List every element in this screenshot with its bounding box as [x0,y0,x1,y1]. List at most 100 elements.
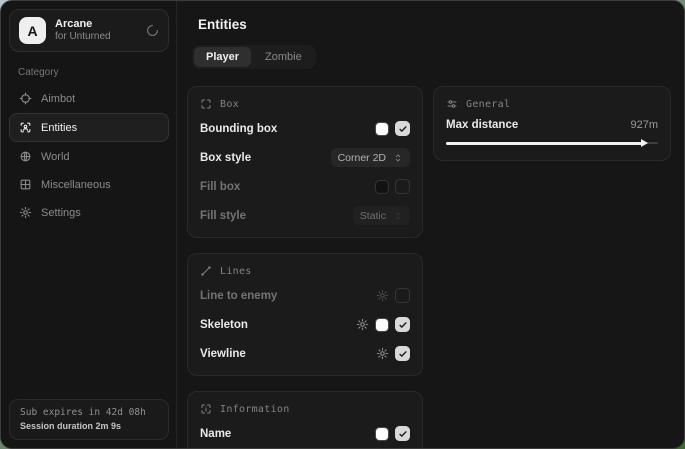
slider-value: 927m [630,119,658,131]
category-nav: Aimbot Entities World Miscellaneous Settings [9,85,169,226]
main-panel: Entities PlayerZombie BoxBounding boxBox… [177,1,684,448]
row-controls [376,346,410,361]
app-logo-letter: A [27,23,37,39]
sidebar: A Arcane for Unturned Category Aimbot Ent… [1,1,177,448]
card-header-information: Information [200,403,410,415]
sidebar-item-settings[interactable]: Settings [9,199,169,226]
slider-thumb-icon[interactable] [641,139,648,147]
page-title: Entities [198,17,671,32]
select-chevrons-icon [393,153,403,163]
card-lines: Lines Line to enemy Skeleton Viewline [187,253,423,376]
session-duration-text: Session duration 2m 9s [20,420,158,432]
row-viewline: Viewline [200,343,410,364]
select-chevrons-icon [393,211,403,221]
row-controls: Corner 2D [331,148,410,167]
row-fill-style: Fill style Static [200,205,410,226]
card-header-box: Box [200,98,410,110]
row-label: Viewline [200,348,246,360]
sliders-icon [446,98,458,110]
row-label: Box style [200,152,251,164]
skeleton-settings-gear-icon[interactable] [356,318,369,331]
row-fill-box: Fill box [200,176,410,197]
sidebar-item-miscellaneous[interactable]: Miscellaneous [9,171,169,198]
row-box-style: Box style Corner 2D [200,147,410,168]
crosshair-icon [19,92,32,105]
row-label: Name [200,428,231,440]
box-style-dropdown[interactable]: Corner 2D [331,148,410,167]
brand-text: Arcane for Unturned [55,18,133,43]
app-subtitle: for Unturned [55,31,133,43]
category-label: Category [18,67,169,78]
row-controls [356,317,410,332]
grid-icon [19,178,32,191]
card-title: Information [220,404,290,415]
max-distance-slider[interactable] [446,137,658,149]
bounding-box-color-swatch[interactable] [375,122,389,136]
box-scan-icon [200,98,212,110]
row-controls [375,426,410,441]
card-general: General Max distance 927m [433,86,671,161]
diagonal-line-icon [200,265,212,277]
card-box: Box Bounding box Box style Corner 2D Fill bo… [187,86,423,238]
globe-icon [19,150,32,163]
sidebar-item-aimbot[interactable]: Aimbot [9,85,169,112]
tab-player[interactable]: Player [194,47,251,67]
slider-fill [446,142,643,145]
bounding-box-checkbox[interactable] [395,121,410,136]
row-label: Bounding box [200,123,277,135]
card-information: InformationNameDistance [187,391,423,448]
row-label: Max distance [446,119,518,131]
row-label: Line to enemy [200,290,277,302]
row-max-distance: Max distance 927m [446,119,658,131]
sidebar-item-label: Settings [41,207,81,219]
row-controls [376,288,410,303]
skeleton-color-swatch[interactable] [375,318,389,332]
tab-zombie[interactable]: Zombie [253,47,314,67]
card-header-general: General [446,98,658,110]
card-header-lines: Lines [200,265,410,277]
sidebar-item-label: Miscellaneous [41,179,111,191]
left-column: Box Bounding box Box style Corner 2D Fill bo… [187,86,423,448]
row-label: Skeleton [200,319,248,331]
app-logo: A [19,17,46,44]
sidebar-item-label: Entities [41,122,77,134]
row-controls [375,179,410,194]
skeleton-checkbox[interactable] [395,317,410,332]
row-skeleton: Skeleton [200,314,410,335]
row-label: Fill box [200,181,240,193]
info-scan-icon [200,403,212,415]
line-to-enemy-checkbox[interactable] [395,288,410,303]
sidebar-item-label: World [41,151,70,163]
brand-card: A Arcane for Unturned [9,9,169,52]
fill-box-checkbox[interactable] [395,179,410,194]
sidebar-item-world[interactable]: World [9,143,169,170]
gear-icon [19,206,32,219]
card-title: Box [220,99,239,110]
subscription-card: Sub expires in 42d 08h Session duration … [9,399,169,440]
entities-scan-icon [19,121,32,134]
sidebar-item-entities[interactable]: Entities [9,113,169,142]
viewline-checkbox[interactable] [395,346,410,361]
fill-box-color-swatch[interactable] [375,180,389,194]
row-line-to-enemy: Line to enemy [200,285,410,306]
row-controls [375,121,410,136]
row-controls: Static [353,206,410,225]
row-bounding-box: Bounding box [200,118,410,139]
row-label: Fill style [200,210,246,222]
sidebar-item-label: Aimbot [41,93,75,105]
right-column: General Max distance 927m [433,86,671,161]
row-name: Name [200,423,410,444]
viewline-settings-gear-icon[interactable] [376,347,389,360]
card-title: Lines [220,266,252,277]
sub-expiry-text: Sub expires in 42d 08h [20,406,158,420]
content-area: Box Bounding box Box style Corner 2D Fill bo… [187,86,671,448]
loader-icon [146,24,159,37]
line-to-enemy-settings-gear-icon[interactable] [376,289,389,302]
tab-bar: PlayerZombie [192,45,316,69]
name-checkbox[interactable] [395,426,410,441]
app-title: Arcane [55,18,133,31]
name-color-swatch[interactable] [375,427,389,441]
arcane-window: A Arcane for Unturned Category Aimbot Ent… [0,0,685,449]
fill-style-dropdown[interactable]: Static [353,206,410,225]
card-title: General [466,99,510,110]
